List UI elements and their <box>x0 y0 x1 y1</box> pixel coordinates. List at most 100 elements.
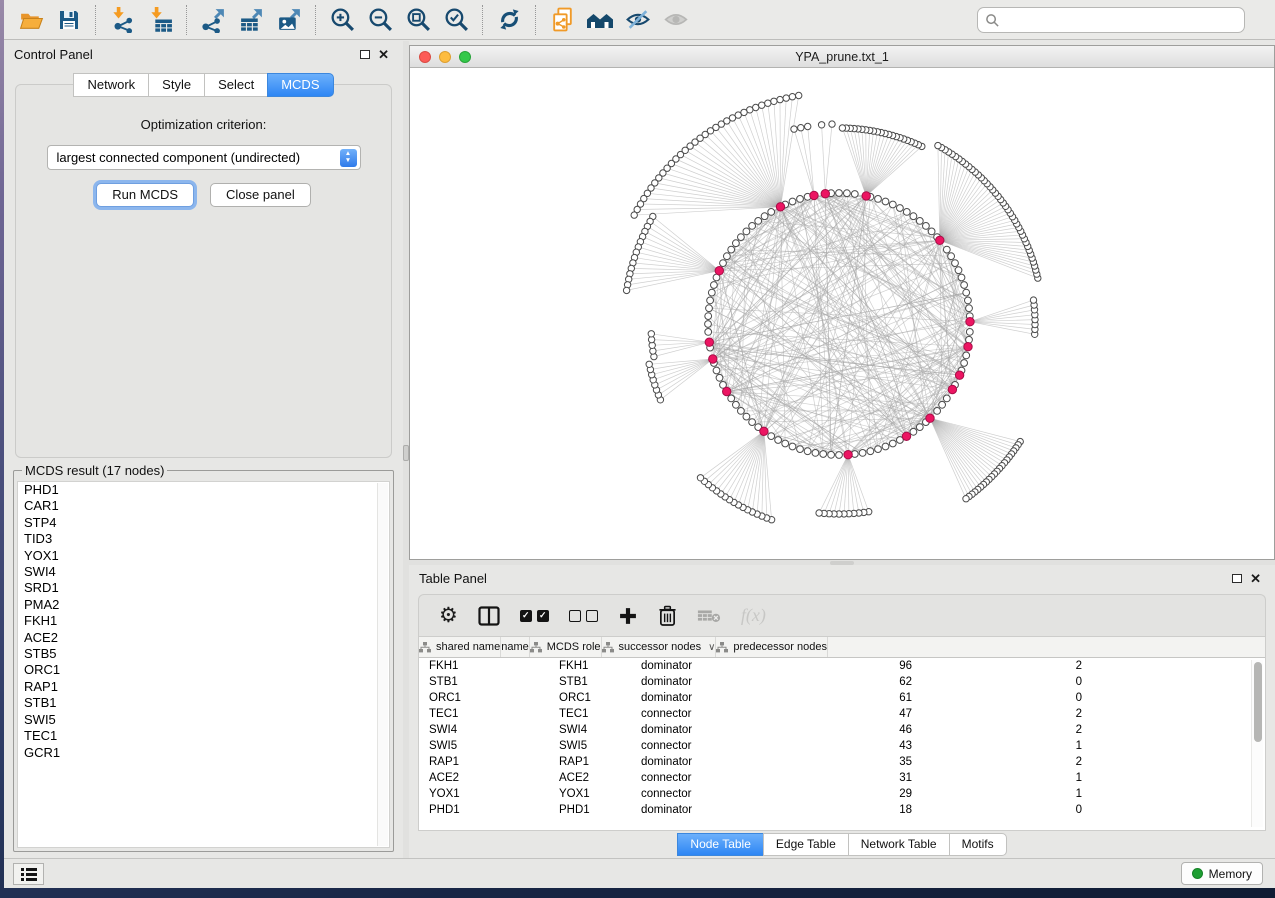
show-all-button[interactable] <box>658 3 694 37</box>
deselect-all-button[interactable] <box>569 610 598 622</box>
cell-shared-name: STB1 <box>419 676 549 688</box>
table-row[interactable]: TEC1 TEC1 connector 47 2 <box>419 706 1265 722</box>
table-settings-button[interactable]: ⚙ <box>439 605 458 626</box>
control-tab[interactable]: Select <box>204 73 267 97</box>
mcds-result-item[interactable]: SWI4 <box>18 564 389 580</box>
mcds-result-item[interactable]: YOX1 <box>18 548 389 564</box>
table-row[interactable]: ACE2 ACE2 connector 31 1 <box>419 770 1265 786</box>
close-panel-button[interactable]: ✕ <box>374 48 393 61</box>
cell-mcds-role: dominator <box>632 804 781 816</box>
close-window-button[interactable] <box>419 51 431 63</box>
mcds-result-item[interactable]: PHD1 <box>18 482 389 498</box>
clone-network-button[interactable] <box>544 3 580 37</box>
show-columns-button[interactable] <box>478 606 500 626</box>
mcds-result-item[interactable]: ORC1 <box>18 662 389 678</box>
mcds-result-item[interactable]: RAP1 <box>18 679 389 695</box>
float-table-panel-button[interactable] <box>1228 574 1246 583</box>
column-header[interactable]: shared name ∨ <box>419 637 501 657</box>
mcds-result-item[interactable]: GCR1 <box>18 745 389 761</box>
control-panel-tabs: NetworkStyleSelectMCDS <box>4 73 403 97</box>
mcds-result-item[interactable]: SRD1 <box>18 580 389 596</box>
control-tab[interactable]: Style <box>148 73 204 97</box>
task-history-button[interactable] <box>13 863 44 885</box>
mcds-result-item[interactable]: STB1 <box>18 695 389 711</box>
table-row[interactable]: STB1 STB1 dominator 62 0 <box>419 674 1265 690</box>
table-scrollbar-thumb[interactable] <box>1254 662 1262 742</box>
mcds-result-item[interactable]: ACE2 <box>18 630 389 646</box>
table-row[interactable]: SWI4 SWI4 dominator 46 2 <box>419 722 1265 738</box>
close-table-panel-button[interactable]: ✕ <box>1246 572 1265 585</box>
criterion-dropdown[interactable]: largest connected component (undirected)… <box>47 145 361 170</box>
status-bar: Memory <box>4 858 1275 888</box>
refresh-button[interactable] <box>491 3 527 37</box>
table-tab[interactable]: Node Table <box>677 833 763 856</box>
add-column-button[interactable] <box>618 606 638 626</box>
fx-icon: f(x) <box>741 605 766 626</box>
zoom-fit-button[interactable] <box>400 3 436 37</box>
table-tab[interactable]: Network Table <box>848 833 949 856</box>
zoom-in-button[interactable] <box>324 3 360 37</box>
search-input[interactable] <box>1005 12 1237 29</box>
cell-mcds-role: dominator <box>632 756 781 768</box>
mcds-result-item[interactable]: STP4 <box>18 515 389 531</box>
mcds-result-item[interactable]: PMA2 <box>18 597 389 613</box>
zoom-out-icon <box>367 6 394 33</box>
column-header[interactable]: name ∨ <box>501 637 530 657</box>
mcds-result-item[interactable]: FKH1 <box>18 613 389 629</box>
column-header[interactable]: predecessor nodes ∨ <box>716 637 828 657</box>
table-row[interactable]: YOX1 YOX1 connector 29 1 <box>419 786 1265 802</box>
first-neighbors-button[interactable] <box>582 3 618 37</box>
shared-column-icon <box>602 642 614 653</box>
zoom-selected-icon <box>443 6 470 33</box>
splitter-handle[interactable] <box>830 561 854 565</box>
table-row[interactable]: PHD1 PHD1 dominator 18 0 <box>419 802 1265 818</box>
column-header[interactable]: successor nodes ∨ <box>602 637 717 657</box>
run-mcds-button[interactable]: Run MCDS <box>96 183 194 207</box>
export-table-button[interactable] <box>233 3 269 37</box>
delete-column-button[interactable] <box>658 605 677 626</box>
select-all-button[interactable]: ✓ ✓ <box>520 610 549 622</box>
table-row[interactable]: RAP1 RAP1 dominator 35 2 <box>419 754 1265 770</box>
control-panel-header: Control Panel ✕ <box>4 41 403 68</box>
memory-button[interactable]: Memory <box>1181 862 1263 885</box>
table-tab[interactable]: Edge Table <box>763 833 848 856</box>
table-row[interactable]: FKH1 FKH1 dominator 96 2 <box>419 658 1265 674</box>
table-row[interactable]: SWI5 SWI5 connector 43 1 <box>419 738 1265 754</box>
import-network-button[interactable] <box>104 3 140 37</box>
mcds-result-item[interactable]: CAR1 <box>18 498 389 514</box>
close-panel-action-button[interactable]: Close panel <box>210 183 311 207</box>
zoom-out-button[interactable] <box>362 3 398 37</box>
hide-selected-button[interactable] <box>620 3 656 37</box>
cell-shared-name: ORC1 <box>419 692 549 704</box>
control-panel-title: Control Panel <box>14 47 93 62</box>
cell-mcds-role: connector <box>632 788 781 800</box>
zoom-selected-button[interactable] <box>438 3 474 37</box>
open-file-button[interactable] <box>13 3 49 37</box>
save-session-button[interactable] <box>51 3 87 37</box>
result-list-scrollbar[interactable] <box>377 483 388 846</box>
network-canvas[interactable] <box>410 68 1274 559</box>
table-tab[interactable]: Motifs <box>949 833 1007 856</box>
mcds-result-group: MCDS result (17 nodes) PHD1CAR1STP4TID3Y… <box>13 463 394 852</box>
cell-successor-nodes: 18 <box>781 804 928 816</box>
mcds-result-item[interactable]: TID3 <box>18 531 389 547</box>
control-tab[interactable]: Network <box>73 73 148 97</box>
memory-status-icon <box>1192 868 1203 879</box>
cell-predecessor-nodes: 0 <box>928 692 1098 704</box>
cell-predecessor-nodes: 1 <box>928 740 1098 752</box>
table-row[interactable]: ORC1 ORC1 dominator 61 0 <box>419 690 1265 706</box>
table-scrollbar[interactable] <box>1251 660 1263 827</box>
maximize-window-button[interactable] <box>459 51 471 63</box>
minimize-window-button[interactable] <box>439 51 451 63</box>
mcds-result-item[interactable]: TEC1 <box>18 728 389 744</box>
control-tab[interactable]: MCDS <box>267 73 333 97</box>
network-graph[interactable] <box>410 68 1274 559</box>
float-panel-button[interactable] <box>356 50 374 59</box>
export-image-button[interactable] <box>271 3 307 37</box>
mcds-result-item[interactable]: STB5 <box>18 646 389 662</box>
import-table-icon <box>147 6 174 33</box>
export-network-button[interactable] <box>195 3 231 37</box>
mcds-result-item[interactable]: SWI5 <box>18 712 389 728</box>
import-table-button[interactable] <box>142 3 178 37</box>
column-header[interactable]: MCDS role ∨ <box>530 637 602 657</box>
